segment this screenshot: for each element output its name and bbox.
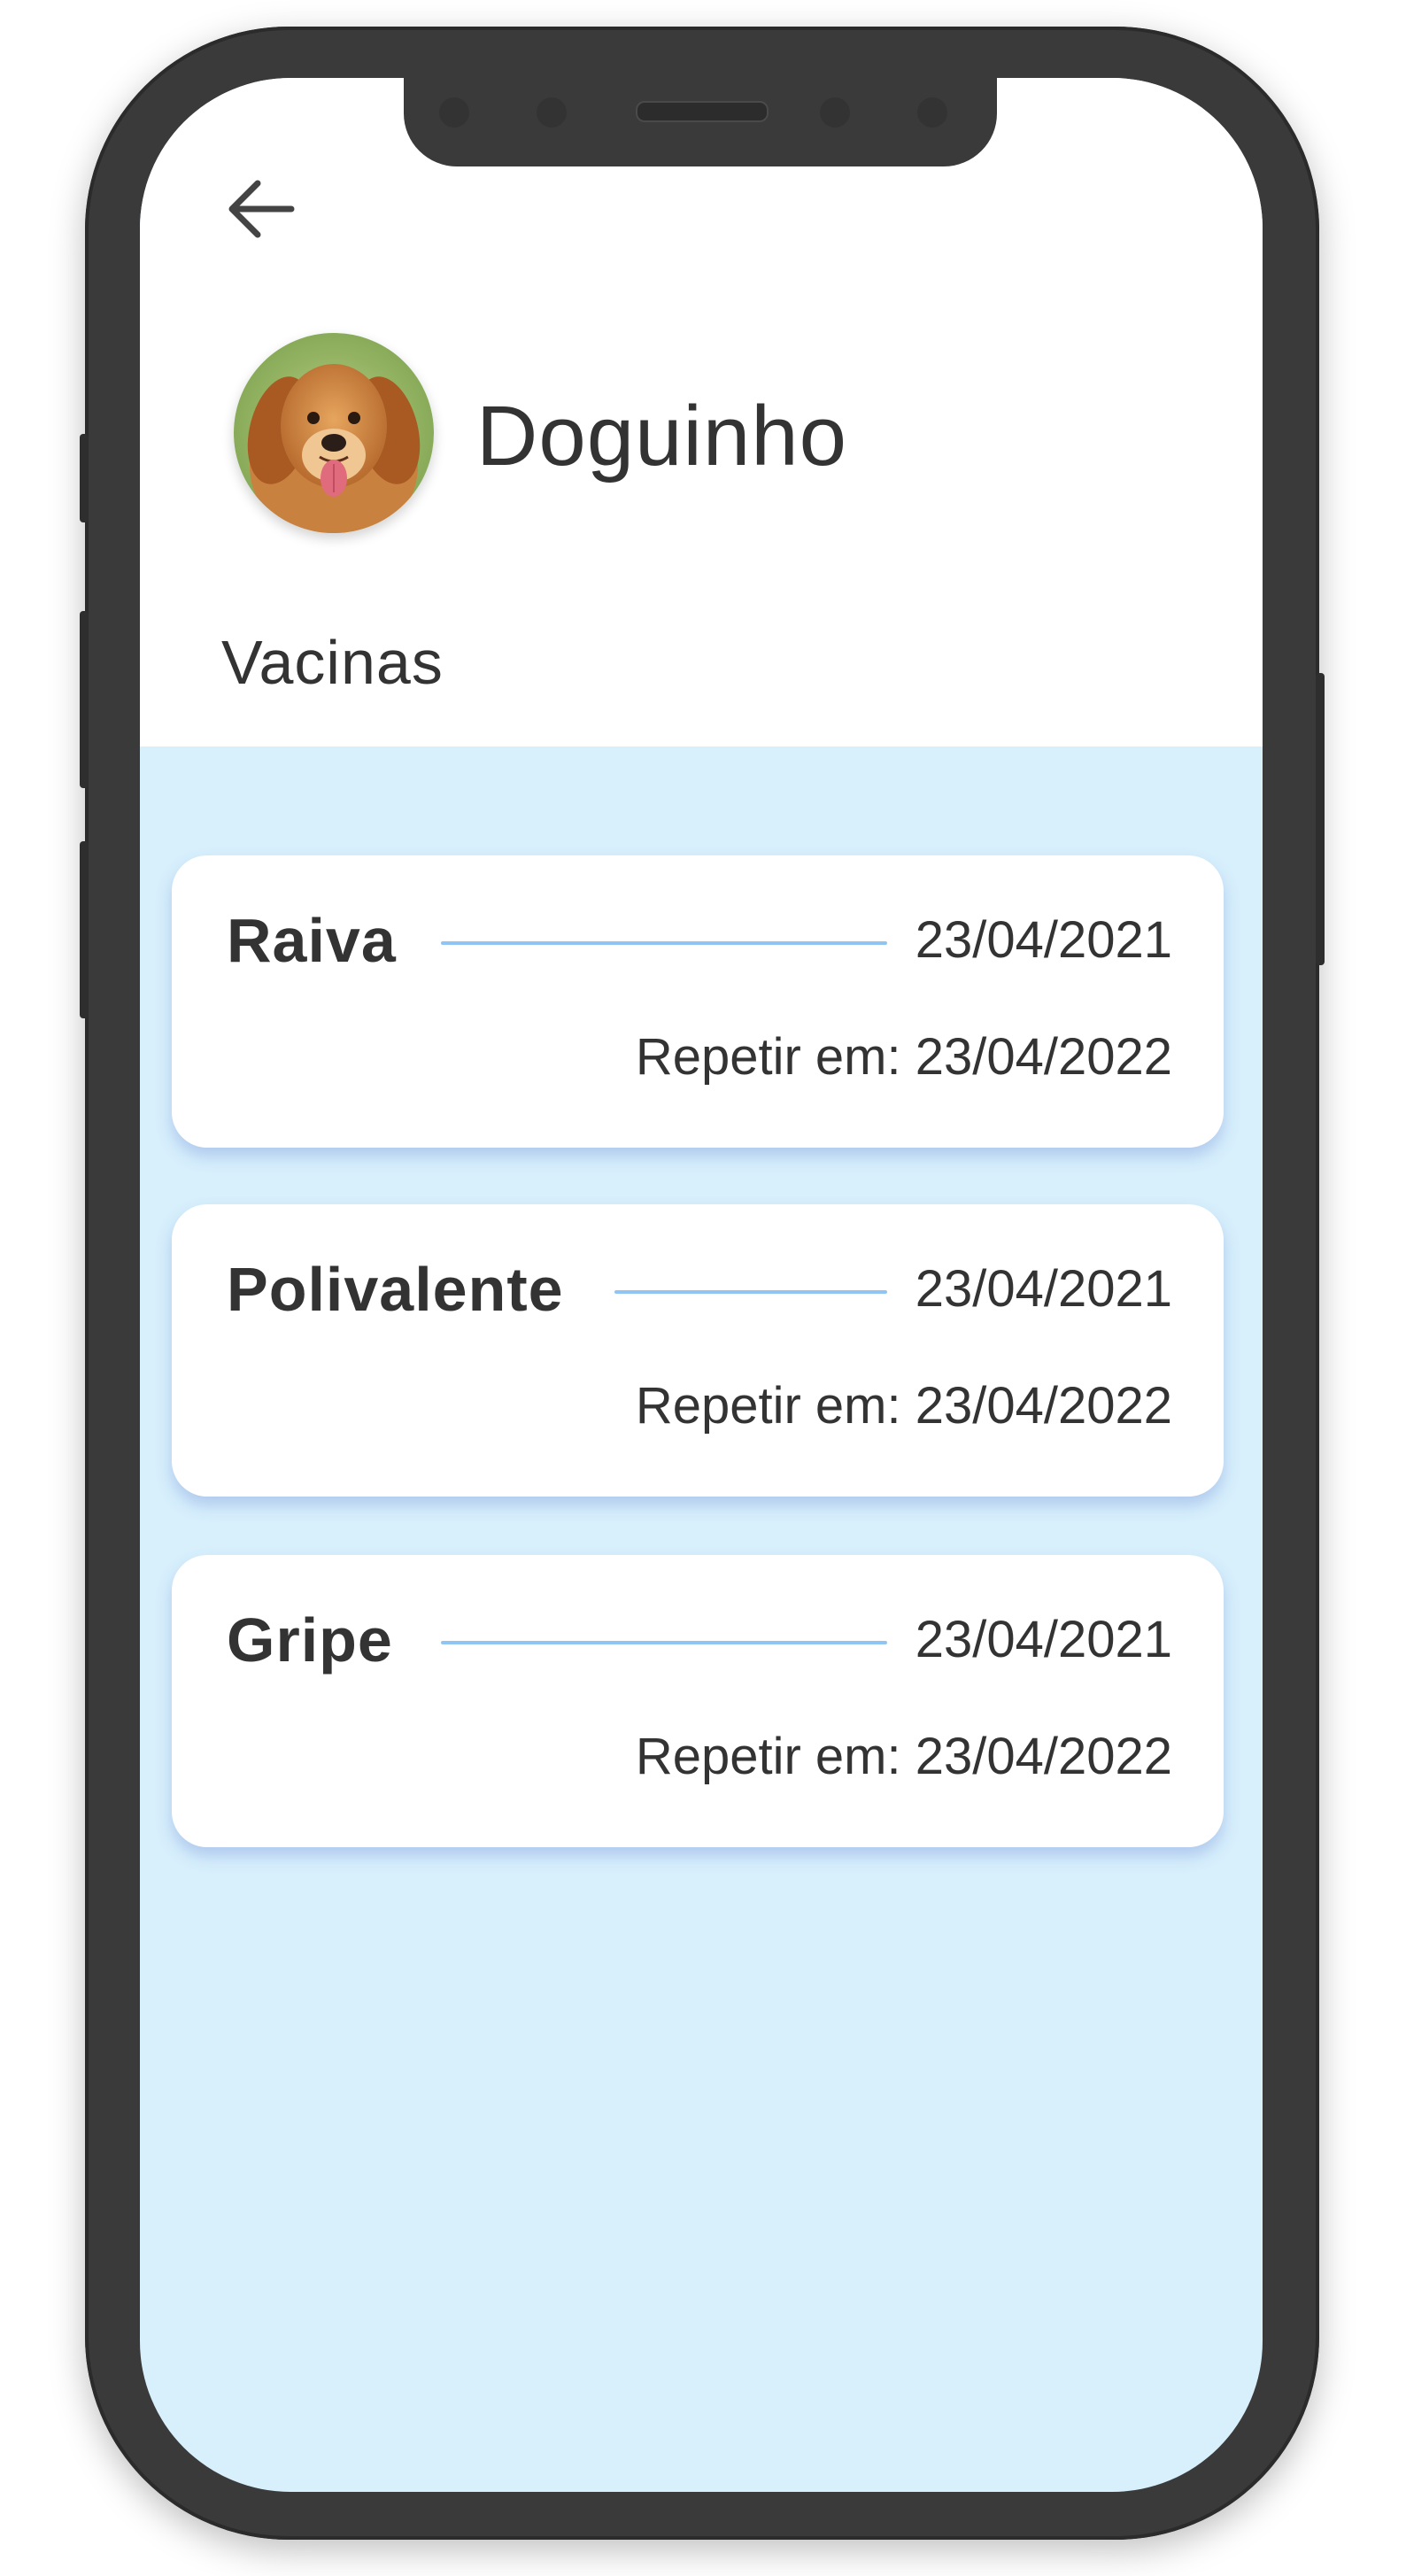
arrow-left-icon: [228, 180, 295, 238]
divider-line: [614, 1290, 887, 1294]
vaccine-date: 23/04/2021: [915, 911, 1172, 969]
mute-switch: [80, 434, 89, 522]
repeat-date: Repetir em: 23/04/2022: [635, 1028, 1172, 1086]
divider-line: [441, 941, 887, 945]
vaccine-name: Polivalente: [227, 1255, 564, 1324]
vaccine-name: Raiva: [227, 906, 397, 975]
section-title: Vacinas: [221, 628, 444, 697]
earpiece-speaker: [636, 101, 769, 122]
sensor-dot: [537, 97, 567, 128]
sensor-dot: [439, 97, 469, 128]
sensor-dot: [820, 97, 850, 128]
divider-line: [441, 1641, 887, 1644]
repeat-date: Repetir em: 23/04/2022: [635, 1377, 1172, 1435]
power-button: [1316, 673, 1325, 965]
vaccine-date: 23/04/2021: [915, 1260, 1172, 1318]
vaccine-date: 23/04/2021: [915, 1611, 1172, 1668]
pet-name: Doguinho: [476, 389, 847, 483]
volume-up-button: [80, 611, 89, 788]
app-screen: Doguinho Vacinas Raiva 23/04/2021 Repeti…: [140, 78, 1263, 2492]
front-camera: [917, 97, 947, 128]
vaccine-card[interactable]: Raiva 23/04/2021 Repetir em: 23/04/2022: [172, 855, 1224, 1148]
vaccine-card[interactable]: Polivalente 23/04/2021 Repetir em: 23/04…: [172, 1204, 1224, 1497]
vaccine-card[interactable]: Gripe 23/04/2021 Repetir em: 23/04/2022: [172, 1555, 1224, 1847]
volume-down-button: [80, 841, 89, 1018]
back-button[interactable]: [218, 166, 303, 251]
camera-notch: [404, 78, 997, 166]
dog-photo: [234, 333, 434, 533]
vaccine-name: Gripe: [227, 1605, 393, 1675]
repeat-date: Repetir em: 23/04/2022: [635, 1728, 1172, 1785]
pet-avatar: [234, 333, 434, 533]
